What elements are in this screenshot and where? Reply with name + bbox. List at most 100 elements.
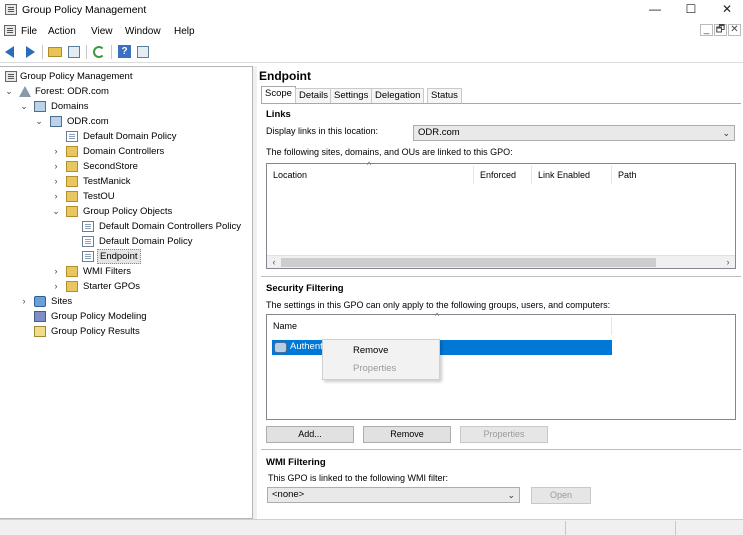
forward-arrow-icon: [26, 46, 35, 58]
properties-pane-button[interactable]: [135, 44, 151, 60]
gpo-icon: [82, 251, 94, 262]
menu-help[interactable]: Help: [174, 26, 195, 37]
details-pane: Endpoint Scope Details Settings Delegati…: [257, 66, 743, 519]
security-filtering-heading: Security Filtering: [266, 283, 344, 294]
tab-delegation[interactable]: Delegation: [371, 88, 425, 103]
tree-label: Default Domain Policy: [83, 131, 177, 142]
close-button[interactable]: ✕: [712, 0, 742, 20]
mdi-minimize-button[interactable]: _: [700, 24, 713, 36]
tree-label: Endpoint: [97, 249, 141, 264]
mdi-restore-button[interactable]: 🗗: [714, 24, 727, 36]
tree-label: Group Policy Results: [51, 326, 140, 337]
chevron-down-icon[interactable]: ⌄: [34, 114, 44, 129]
gpo-icon: [82, 221, 94, 232]
maximize-button[interactable]: ☐: [676, 0, 706, 20]
tree-label: Default Domain Policy: [99, 236, 193, 247]
show-hide-tree-button[interactable]: [66, 44, 82, 60]
forward-button[interactable]: [22, 44, 38, 60]
wmi-filtering-heading: WMI Filtering: [266, 457, 326, 468]
column-header-location[interactable]: Location: [267, 166, 474, 184]
mdi-controls: _ 🗗 ✕: [699, 24, 741, 36]
tab-scope[interactable]: Scope: [261, 86, 296, 104]
links-horizontal-scrollbar[interactable]: ‹ ›: [267, 255, 735, 268]
tree-label: WMI Filters: [83, 266, 132, 277]
help-icon: ?: [118, 45, 131, 58]
tree-label: Sites: [51, 296, 73, 307]
document-icon[interactable]: [4, 25, 16, 36]
status-bar: [0, 519, 743, 535]
security-filtering-description: The settings in this GPO can only apply …: [266, 300, 611, 310]
tree-label: Starter GPOs: [83, 281, 141, 292]
gpmc-app-icon: [5, 4, 17, 15]
tree-label: Default Domain Controllers Policy: [99, 221, 242, 232]
menu-window[interactable]: Window: [125, 26, 161, 37]
chevron-right-icon[interactable]: ›: [51, 159, 61, 174]
chevron-down-icon[interactable]: ⌄: [51, 204, 61, 219]
properties-button[interactable]: Properties: [460, 426, 548, 443]
links-heading: Links: [266, 109, 291, 120]
refresh-button[interactable]: [91, 44, 107, 60]
chevron-right-icon[interactable]: ›: [19, 294, 29, 309]
toolbar-separator: [42, 45, 43, 59]
scope-tab-panel: Links Display links in this location: OD…: [261, 103, 741, 519]
display-links-label: Display links in this location:: [266, 126, 379, 136]
ou-icon: [66, 176, 78, 187]
location-dropdown[interactable]: ODR.com ⌄: [413, 125, 735, 141]
chevron-right-icon[interactable]: ›: [51, 189, 61, 204]
column-header-name[interactable]: Name: [267, 317, 612, 335]
tree-label: TestManick: [83, 176, 131, 187]
menu-view[interactable]: View: [91, 26, 113, 37]
sites-icon: [34, 296, 46, 307]
refresh-icon: [93, 46, 105, 58]
open-wmi-filter-button[interactable]: Open: [531, 487, 591, 504]
chevron-right-icon[interactable]: ›: [51, 144, 61, 159]
users-group-icon: [274, 342, 287, 353]
tree-label: Group Policy Modeling: [51, 311, 147, 322]
wmi-filter-dropdown[interactable]: <none> ⌄: [267, 487, 520, 503]
gpo-title: Endpoint: [259, 69, 311, 83]
results-icon: [34, 326, 46, 337]
ou-icon: [66, 161, 78, 172]
help-button[interactable]: ?: [116, 44, 132, 60]
tab-settings[interactable]: Settings: [330, 88, 373, 103]
links-list[interactable]: ^ Location Enforced Link Enabled Path ‹ …: [266, 160, 736, 269]
tree-label: Group Policy Objects: [83, 206, 173, 217]
window-title: Group Policy Management: [22, 4, 147, 16]
domain-icon: [50, 116, 62, 127]
title-bar: Group Policy Management — ☐ ✕: [0, 0, 743, 20]
column-header-path[interactable]: Path: [612, 166, 682, 184]
forest-icon: [19, 86, 31, 97]
chevron-right-icon[interactable]: ›: [51, 174, 61, 189]
remove-button[interactable]: Remove: [363, 426, 451, 443]
scrollbar-thumb[interactable]: [281, 258, 656, 267]
tree-label: Forest: ODR.com: [35, 86, 109, 97]
wmi-filters-icon: [66, 266, 78, 277]
menu-action[interactable]: Action: [48, 26, 76, 37]
scroll-right-icon[interactable]: ›: [722, 256, 734, 268]
column-header-enforced[interactable]: Enforced: [474, 166, 532, 184]
chevron-down-icon: ⌄: [722, 128, 730, 138]
back-arrow-icon: [5, 46, 14, 58]
scroll-left-icon[interactable]: ‹: [268, 256, 280, 268]
mdi-close-button[interactable]: ✕: [728, 24, 741, 36]
status-divider: [565, 521, 566, 535]
tab-details[interactable]: Details: [295, 88, 333, 103]
chevron-right-icon[interactable]: ›: [51, 279, 61, 294]
chevron-down-icon[interactable]: ⌄: [4, 84, 14, 99]
wmi-filtering-description: This GPO is linked to the following WMI …: [268, 473, 449, 483]
add-button[interactable]: Add...: [266, 426, 354, 443]
up-folder-button[interactable]: [47, 44, 63, 60]
tab-status[interactable]: Status: [427, 88, 462, 103]
tree-label: Domains: [51, 101, 89, 112]
column-header-link-enabled[interactable]: Link Enabled: [532, 166, 612, 184]
context-menu-properties[interactable]: Properties: [353, 363, 396, 374]
chevron-down-icon[interactable]: ⌄: [19, 99, 29, 114]
chevron-right-icon[interactable]: ›: [51, 264, 61, 279]
back-button[interactable]: [3, 44, 19, 60]
context-menu-remove[interactable]: Remove: [353, 345, 388, 356]
minimize-button[interactable]: —: [640, 0, 670, 20]
menu-file[interactable]: File: [21, 26, 37, 37]
toolbar-separator: [111, 45, 112, 59]
links-description: The following sites, domains, and OUs ar…: [266, 147, 513, 157]
tree-label: SecondStore: [83, 161, 138, 172]
